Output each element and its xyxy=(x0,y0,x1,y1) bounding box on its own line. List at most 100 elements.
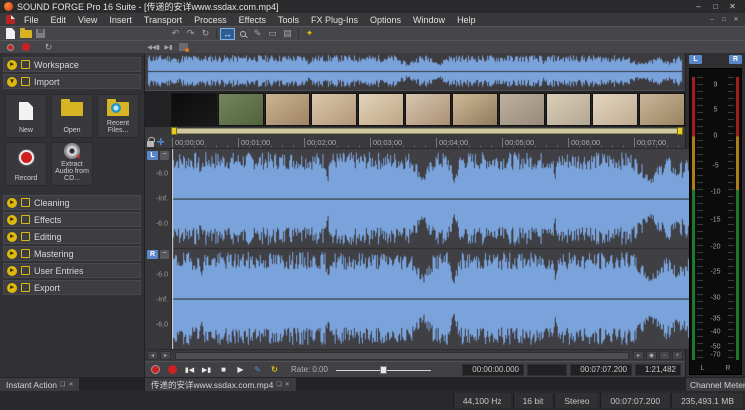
doc-tab-restore-icon[interactable]: ❑ xyxy=(276,381,281,388)
menu-options[interactable]: Options xyxy=(364,15,407,25)
chevron-right-icon[interactable]: ▸ xyxy=(7,232,17,242)
main-waveform[interactable] xyxy=(172,149,689,349)
sidebar-section-import[interactable]: ▾Import xyxy=(3,74,141,89)
video-thumbnail[interactable] xyxy=(358,93,404,126)
video-thumbnail[interactable] xyxy=(405,93,451,126)
chevron-down-icon[interactable]: ▾ xyxy=(7,77,17,87)
lock-icon[interactable] xyxy=(147,141,154,147)
menu-effects[interactable]: Effects xyxy=(233,15,272,25)
go-to-start-button[interactable]: ◀◀▮ xyxy=(146,41,161,53)
play-button[interactable]: ▶ xyxy=(234,364,247,376)
menu-process[interactable]: Process xyxy=(188,15,233,25)
loop-start-handle[interactable] xyxy=(171,127,177,135)
meter-left-badge[interactable]: L xyxy=(689,55,702,64)
left-channel-badge[interactable]: L xyxy=(147,151,158,160)
new-file-button[interactable] xyxy=(3,28,18,40)
sidebar-section-editing[interactable]: ▸Editing xyxy=(3,229,141,244)
chevron-right-icon[interactable]: ▸ xyxy=(7,215,17,225)
video-thumbnail[interactable] xyxy=(546,93,592,126)
chevron-right-icon[interactable]: ▸ xyxy=(7,283,17,293)
touch-tool-button[interactable]: ✦ xyxy=(302,28,317,40)
end-readout[interactable]: 00:07:07.200 xyxy=(570,364,632,376)
redo-button[interactable]: ↷ xyxy=(183,28,198,40)
save-file-button[interactable] xyxy=(33,28,48,40)
waveform-area[interactable]: L − R − -6.0-Inf.-6.0-6.0-Inf.-6.0 xyxy=(145,149,685,349)
panel-close-icon[interactable]: ✕ xyxy=(68,381,73,388)
right-channel-badge[interactable]: R xyxy=(147,250,158,259)
loop-region-bar[interactable] xyxy=(145,127,685,136)
maximize-button[interactable]: □ xyxy=(707,1,724,13)
close-button[interactable]: ✕ xyxy=(724,1,741,13)
video-thumbnail[interactable] xyxy=(265,93,311,126)
panel-dock-icon[interactable]: ❑ xyxy=(60,381,65,388)
video-thumbnail[interactable] xyxy=(218,93,264,126)
right-channel-minimize[interactable]: − xyxy=(160,250,169,259)
menu-insert[interactable]: Insert xyxy=(103,15,138,25)
sidebar-section-user-entries[interactable]: ▸User Entries xyxy=(3,263,141,278)
video-thumbnail[interactable] xyxy=(452,93,498,126)
video-thumbnail[interactable] xyxy=(171,93,217,126)
loop-region[interactable] xyxy=(172,128,682,134)
zoom-normal-button[interactable]: ▸ xyxy=(633,351,644,360)
menu-transport[interactable]: Transport xyxy=(138,15,188,25)
menu-edit[interactable]: Edit xyxy=(45,15,73,25)
video-thumbnail[interactable] xyxy=(639,93,685,126)
pencil-tool-button[interactable]: ✎ xyxy=(250,28,265,40)
time-ruler[interactable]: ✛ 00:00:0000:01:0000:02:0000:03:0000:04:… xyxy=(145,136,685,149)
normal-edit-tool-button[interactable]: ↔ xyxy=(220,28,235,40)
menu-help[interactable]: Help xyxy=(451,15,482,25)
go-to-end-button[interactable]: ▶▮ xyxy=(161,41,176,53)
video-strip[interactable] xyxy=(145,91,685,127)
rate-slider-handle[interactable] xyxy=(380,366,387,374)
sidebar-section-export[interactable]: ▸Export xyxy=(3,280,141,295)
loop-end-handle[interactable] xyxy=(677,127,683,135)
import-action-record[interactable]: Record xyxy=(5,142,47,186)
left-channel-minimize[interactable]: − xyxy=(160,151,169,160)
envelope-tool-button[interactable]: ▭ xyxy=(265,28,280,40)
open-file-button[interactable] xyxy=(18,28,33,40)
import-action-recent-files-[interactable]: Recent Files... xyxy=(97,94,139,138)
video-thumbnail[interactable] xyxy=(499,93,545,126)
stop-button[interactable]: ■ xyxy=(217,364,230,376)
chevron-right-icon[interactable]: ▸ xyxy=(7,266,17,276)
record-button[interactable] xyxy=(166,364,179,376)
import-action-extract-audio-from-cd-[interactable]: Extract Audio from CD... xyxy=(51,142,93,186)
doc-close-button[interactable]: ✕ xyxy=(730,15,742,25)
go-to-end-button[interactable]: ▶▮ xyxy=(200,364,213,376)
video-thumbnail[interactable] xyxy=(311,93,357,126)
overview-bar[interactable] xyxy=(145,53,685,91)
channel-meters-tab[interactable]: Channel Meters ❑ xyxy=(686,378,745,391)
scrollbar-thumb[interactable] xyxy=(175,352,629,360)
meter-right-badge[interactable]: R xyxy=(729,55,742,64)
record-button[interactable] xyxy=(18,41,33,53)
event-tool-button[interactable]: ▤ xyxy=(280,28,295,40)
zoom-in-button[interactable]: + xyxy=(672,351,683,360)
length-readout[interactable]: 1:21,482 xyxy=(635,364,681,376)
undo-button[interactable]: ↶ xyxy=(168,28,183,40)
repeat-button[interactable]: ↻ xyxy=(198,28,213,40)
zoom-selection-button[interactable]: ◆ xyxy=(646,351,657,360)
selection-readout[interactable] xyxy=(527,364,567,376)
menu-fx-plug-ins[interactable]: FX Plug-Ins xyxy=(305,15,364,25)
loop-playback-button[interactable]: ↻ xyxy=(268,364,281,376)
scroll-right-button[interactable]: ▸ xyxy=(160,351,171,360)
position-readout[interactable]: 00:00:00.000 xyxy=(462,364,524,376)
video-thumbnail[interactable] xyxy=(592,93,638,126)
document-tab[interactable]: 传递的安详www.ssdax.com.mp4 ❑ ✕ xyxy=(145,378,296,391)
sidebar-section-mastering[interactable]: ▸Mastering xyxy=(3,246,141,261)
pan-crosshair-icon[interactable]: ✛ xyxy=(157,137,165,148)
instant-action-tab[interactable]: Instant Action ❑ ✕ xyxy=(0,378,79,391)
menu-file[interactable]: File xyxy=(18,15,45,25)
zoom-out-button[interactable]: − xyxy=(659,351,670,360)
horizontal-scrollbar[interactable]: ◂ ▸ ▸ ◆ − + xyxy=(145,349,685,361)
go-to-start-button[interactable]: ▮◀ xyxy=(183,364,196,376)
loop-playback-button[interactable]: ↻ xyxy=(41,41,56,53)
menu-view[interactable]: View xyxy=(72,15,103,25)
sidebar-section-cleaning[interactable]: ▸Cleaning xyxy=(3,195,141,210)
menu-tools[interactable]: Tools xyxy=(272,15,305,25)
insert-marker-button[interactable] xyxy=(176,41,191,53)
chevron-right-icon[interactable]: ▸ xyxy=(7,198,17,208)
doc-minimize-button[interactable]: – xyxy=(706,15,718,25)
import-action-new[interactable]: New xyxy=(5,94,47,138)
sidebar-section-workspace[interactable]: ▸Workspace xyxy=(3,57,141,72)
